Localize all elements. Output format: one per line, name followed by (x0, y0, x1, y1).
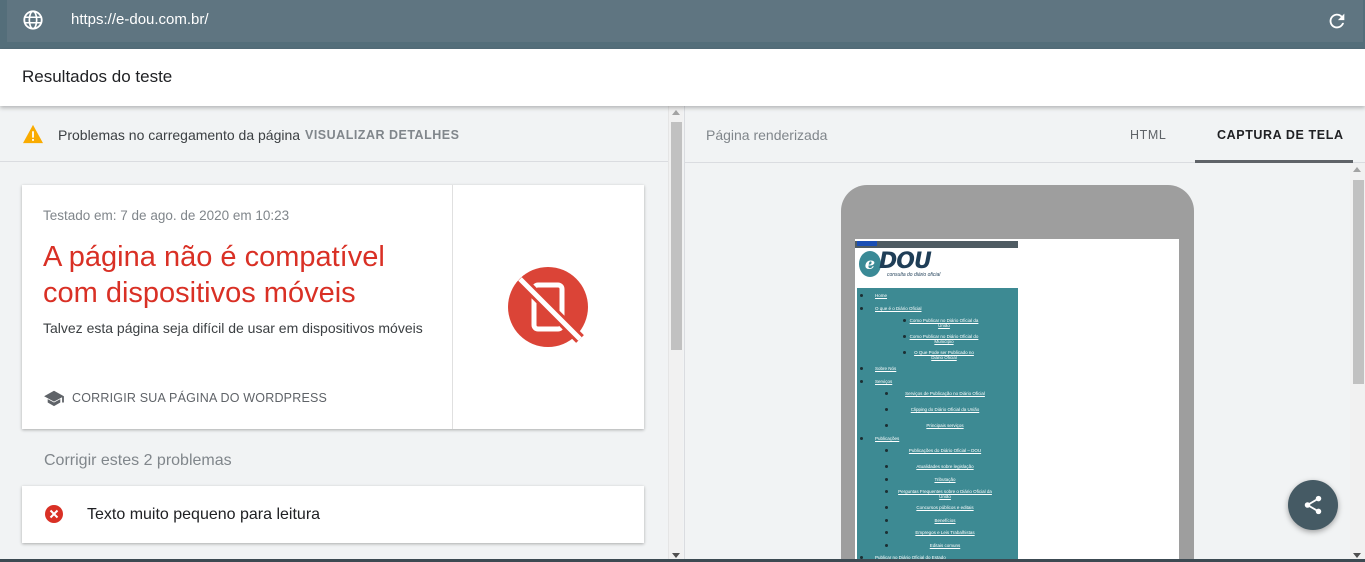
site-menu-bullet (860, 294, 863, 297)
site-top-link (857, 241, 877, 246)
site-menu-item[interactable]: Principais serviços (895, 423, 995, 428)
share-button[interactable] (1288, 480, 1338, 530)
site-menu-item[interactable]: Como Publicar no Diário Oficial do Munic… (909, 334, 979, 344)
site-menu-item[interactable]: Serviços (875, 379, 1005, 384)
site-menu-bullet (903, 335, 906, 338)
phone-frame: e DOU consulta do diário oficial Home O q… (841, 185, 1194, 562)
url-text[interactable]: https://e-dou.com.br/ (71, 11, 209, 28)
site-menu-item[interactable]: Perguntas Frequentes sobre o Diário Ofic… (895, 489, 995, 499)
url-bar[interactable]: https://e-dou.com.br/ (7, 0, 1363, 42)
warning-text: Problemas no carregamento da página (58, 127, 301, 143)
site-menu-item[interactable]: Empregos e Leis Trabalhistas (895, 530, 995, 535)
right-scrollbar[interactable] (1350, 163, 1365, 562)
graduation-cap-icon (44, 390, 64, 407)
left-scrollbar-thumb[interactable] (671, 122, 682, 350)
site-logo-text: DOU (879, 249, 932, 274)
verdict-subtitle: Talvez esta página seja difícil de usar … (43, 320, 423, 336)
site-menu-bullet (885, 477, 888, 481)
site-menu-item[interactable]: Editais comuns (895, 543, 995, 548)
site-logo-tagline: consulta do diário oficial (887, 272, 941, 278)
selected-tab-indicator (1195, 160, 1353, 163)
not-mobile-friendly-icon (508, 267, 588, 347)
tested-timestamp: Testado em: 7 de ago. de 2020 em 10:23 (43, 208, 290, 223)
site-menu-bullet (903, 351, 906, 354)
fix-wordpress-label[interactable]: CORRIGIR SUA PÁGINA DO WORDPRESS (72, 391, 327, 405)
reload-icon[interactable] (1326, 10, 1348, 32)
site-menu-bullet (885, 408, 888, 411)
site-menu-bullet (885, 543, 888, 547)
site-menu-item[interactable]: Publicações do Diário Oficial – DOU (895, 448, 995, 453)
rendered-screenshot: e DOU consulta do diário oficial Home O q… (855, 239, 1179, 562)
globe-icon (23, 10, 43, 30)
rendered-page-panel: Página renderizada HTML CAPTURA DE TELA … (684, 106, 1365, 562)
card-divider (452, 185, 453, 429)
right-scrollbar-thumb[interactable] (1353, 180, 1364, 384)
site-menu-item[interactable]: Benefícios (895, 518, 995, 523)
rendered-page-label: Página renderizada (706, 127, 828, 143)
site-menu-item[interactable]: Serviços de Publicação no Diário Oficial (895, 391, 995, 396)
issue-label[interactable]: Texto muito pequeno para leitura (87, 506, 320, 524)
site-menu: Home O que é o Diário Oficial Como Publica… (857, 288, 1018, 562)
loading-warning-bar: Problemas no carregamento da página VISU… (0, 106, 668, 162)
site-menu-item[interactable]: O Que Pode ser Publicado no Diário Ofici… (909, 350, 979, 360)
left-scrollbar[interactable] (668, 106, 683, 562)
site-menu-bullet (885, 465, 888, 468)
site-menu-bullet (885, 490, 888, 493)
view-details-link[interactable]: VISUALIZAR DETALHES (305, 128, 459, 142)
site-menu-item[interactable]: Concursos públicos e editais (895, 505, 995, 510)
site-topbar (855, 241, 1018, 248)
site-menu-item[interactable]: O que é o Diário Oficial (875, 306, 1005, 311)
error-icon (45, 505, 63, 523)
site-menu-bullet (885, 424, 888, 427)
browser-toolbar: https://e-dou.com.br/ (0, 0, 1365, 49)
site-menu-bullet (860, 379, 863, 383)
site-menu-bullet (885, 506, 888, 509)
issue-item[interactable]: Texto muito pequeno para leitura (22, 486, 644, 543)
site-menu-bullet (885, 518, 888, 522)
scroll-up-arrow-icon[interactable] (1353, 167, 1361, 172)
share-icon (1304, 495, 1322, 515)
site-menu-bullet (885, 449, 888, 452)
site-menu-item[interactable]: Tributação (895, 477, 995, 482)
site-menu-bullet (860, 436, 863, 440)
site-menu-bullet (885, 531, 888, 534)
rendered-page-header: Página renderizada HTML CAPTURA DE TELA (685, 106, 1365, 163)
verdict-heading: A página não é compatível com dispositiv… (43, 241, 385, 309)
problems-heading: Corrigir estes 2 problemas (44, 452, 232, 469)
site-menu-bullet (860, 306, 863, 310)
tab-html[interactable]: HTML (1130, 128, 1166, 142)
results-panel: Problemas no carregamento da página VISU… (0, 106, 668, 562)
site-menu-item[interactable]: Como Publicar no Diário Oficial da União (909, 318, 979, 328)
results-header: Resultados do teste (0, 49, 1365, 106)
site-menu-item[interactable]: Sobre Nós (875, 366, 1005, 371)
site-logo-mark: e (859, 251, 881, 277)
scroll-down-arrow-icon[interactable] (672, 553, 680, 558)
site-menu-item[interactable]: Atualidades sobre legislação (895, 464, 995, 469)
result-card: Testado em: 7 de ago. de 2020 em 10:23 A… (22, 185, 644, 429)
site-menu-bullet (860, 367, 863, 370)
scroll-up-arrow-icon[interactable] (672, 110, 680, 115)
scroll-down-arrow-icon[interactable] (1353, 553, 1361, 558)
tab-screenshot[interactable]: CAPTURA DE TELA (1217, 128, 1344, 142)
site-menu-bullet (903, 319, 906, 322)
page-title: Resultados do teste (22, 67, 173, 86)
site-menu-item[interactable]: Clipping do Diário Oficial da União (895, 407, 995, 412)
site-menu-bullet (885, 392, 888, 395)
result-summary: Testado em: 7 de ago. de 2020 em 10:23 A… (22, 185, 452, 429)
site-menu-item[interactable]: Publicações (875, 436, 1005, 441)
site-menu-item[interactable]: Home (875, 293, 1005, 298)
warning-icon (23, 124, 43, 144)
